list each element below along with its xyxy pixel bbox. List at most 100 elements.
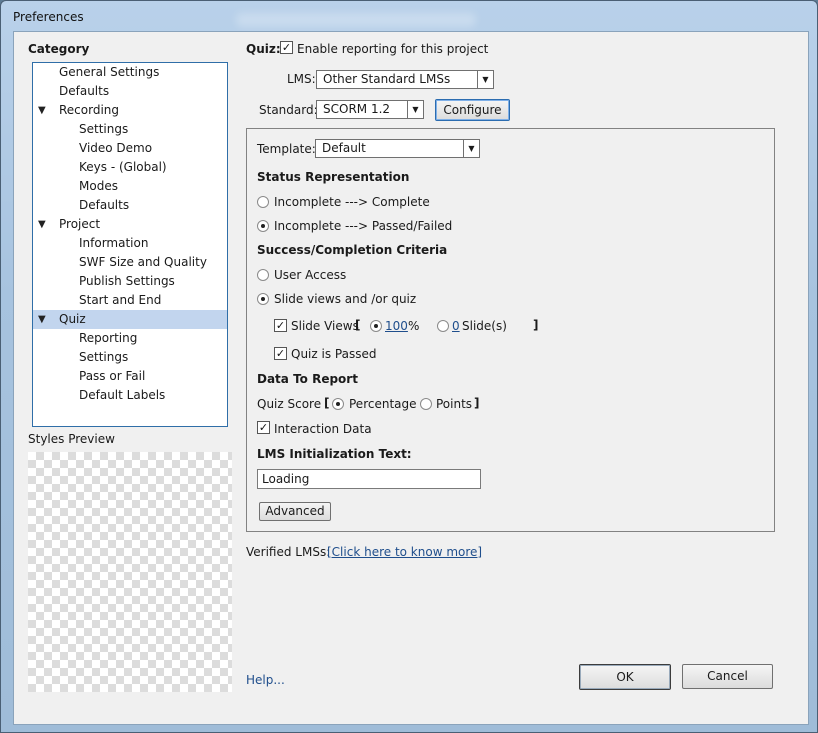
tree-item-start-and-end[interactable]: Start and End [33, 291, 227, 310]
tree-item-information[interactable]: Information [33, 234, 227, 253]
data-to-report-heading: Data To Report [257, 372, 358, 386]
styles-preview-area [28, 452, 232, 692]
styles-preview-label: Styles Preview [28, 432, 115, 446]
slide-views-percent-unit: % [408, 319, 420, 333]
status-complete-label: Incomplete ---> Complete [274, 195, 430, 209]
status-representation-heading: Status Representation [257, 170, 410, 184]
cancel-button-label: Cancel [707, 669, 748, 683]
slide-views-count-radio[interactable] [437, 320, 449, 332]
enable-reporting-checkbox[interactable]: ✓ [280, 41, 293, 54]
lms-label: LMS: [287, 72, 316, 86]
quiz-passed-checkbox[interactable]: ✓ [274, 347, 287, 360]
tree-item-keys-global[interactable]: Keys - (Global) [33, 158, 227, 177]
tree-item-publish-settings[interactable]: Publish Settings [33, 272, 227, 291]
expand-arrow-icon[interactable]: ▼ [38, 101, 46, 120]
tree-item-label: Settings [79, 350, 129, 364]
tree-item-label: Start and End [79, 293, 162, 307]
quiz-label: Quiz: [246, 42, 281, 56]
tree-item-label: Pass or Fail [79, 369, 146, 383]
template-select-value: Default [322, 141, 366, 155]
standard-select-value: SCORM 1.2 [323, 102, 391, 116]
quiz-score-points-label: Points [436, 397, 473, 411]
tree-item-reporting[interactable]: Reporting [33, 329, 227, 348]
user-access-label: User Access [274, 268, 347, 282]
tree-item-label: General Settings [59, 65, 160, 79]
tree-item-label: Project [59, 217, 101, 231]
tree-item-quiz-settings[interactable]: Settings [33, 348, 227, 367]
expand-arrow-icon[interactable]: ▼ [38, 310, 46, 329]
configure-button-label: Configure [443, 103, 502, 117]
tree-item-pass-or-fail[interactable]: Pass or Fail [33, 367, 227, 386]
slide-views-count-unit: Slide(s) [462, 319, 507, 333]
verified-lms-label: Verified LMSs: [246, 545, 331, 559]
tree-item-quiz[interactable]: ▼ Quiz [33, 310, 227, 329]
cancel-button[interactable]: Cancel [682, 664, 773, 689]
lms-init-text-input[interactable]: Loading [257, 469, 481, 489]
tree-item-label: Recording [59, 103, 120, 117]
tree-item-general-settings[interactable]: General Settings [33, 63, 227, 82]
tree-item-recording-defaults[interactable]: Defaults [33, 196, 227, 215]
slide-views-percent-radio[interactable] [370, 320, 382, 332]
tree-item-label: Modes [79, 179, 118, 193]
quiz-score-percentage-radio[interactable] [332, 398, 344, 410]
reporting-panel: Template: Default ▼ Status Representatio… [246, 128, 775, 532]
tree-item-label: Quiz [59, 312, 86, 326]
tree-item-label: SWF Size and Quality [79, 255, 207, 269]
window-title: Preferences [13, 10, 84, 24]
standard-label: Standard: [259, 103, 318, 117]
tree-item-recording-settings[interactable]: Settings [33, 120, 227, 139]
ok-button-label: OK [616, 670, 634, 684]
tree-item-label: Defaults [59, 84, 110, 98]
tree-item-defaults[interactable]: Defaults [33, 82, 227, 101]
lms-init-heading: LMS Initialization Text: [257, 447, 412, 461]
quiz-passed-label: Quiz is Passed [291, 347, 377, 361]
tree-item-default-labels[interactable]: Default Labels [33, 386, 227, 405]
slide-views-label: Slide Views [291, 319, 359, 333]
interaction-data-checkbox[interactable]: ✓ [257, 421, 270, 434]
user-access-radio[interactable] [257, 269, 269, 281]
verified-lms-link[interactable]: [Click here to know more] [327, 545, 482, 559]
quiz-score-bracket-close: ] [474, 396, 480, 410]
slide-views-count-value[interactable]: 0 [452, 319, 460, 333]
quiz-score-points-radio[interactable] [420, 398, 432, 410]
category-tree[interactable]: General Settings Defaults ▼ Recording Se… [32, 62, 228, 427]
quiz-score-bracket-open: [ [324, 396, 330, 410]
tree-item-video-demo[interactable]: Video Demo [33, 139, 227, 158]
tree-item-recording[interactable]: ▼ Recording [33, 101, 227, 120]
advanced-button-label: Advanced [265, 504, 325, 518]
title-bar[interactable]: Preferences [1, 1, 817, 31]
status-passed-failed-label: Incomplete ---> Passed/Failed [274, 219, 453, 233]
dropdown-arrow-icon: ▼ [463, 140, 479, 157]
standard-select[interactable]: SCORM 1.2 ▼ [316, 100, 424, 119]
tree-item-modes[interactable]: Modes [33, 177, 227, 196]
ok-button[interactable]: OK [579, 664, 671, 690]
lms-init-text-value: Loading [262, 472, 310, 486]
status-passed-failed-radio[interactable] [257, 220, 269, 232]
template-label: Template: [257, 142, 316, 156]
tree-item-label: Keys - (Global) [79, 160, 167, 174]
tree-item-label: Default Labels [79, 388, 166, 402]
quiz-score-label: Quiz Score [257, 397, 322, 411]
slide-views-checkbox[interactable]: ✓ [274, 319, 287, 332]
category-heading: Category [28, 42, 90, 56]
interaction-data-label: Interaction Data [274, 422, 372, 436]
status-complete-radio[interactable] [257, 196, 269, 208]
tree-item-label: Settings [79, 122, 129, 136]
template-select[interactable]: Default ▼ [315, 139, 480, 158]
slide-views-percent-value[interactable]: 100 [385, 319, 408, 333]
dialog-client-area: Category General Settings Defaults ▼ Rec… [13, 31, 809, 725]
lms-select[interactable]: Other Standard LMSs ▼ [316, 70, 494, 89]
tree-item-swf-size-quality[interactable]: SWF Size and Quality [33, 253, 227, 272]
help-link[interactable]: Help... [246, 673, 285, 687]
slide-views-quiz-radio[interactable] [257, 293, 269, 305]
advanced-button[interactable]: Advanced [259, 502, 331, 521]
tree-item-label: Defaults [79, 198, 130, 212]
preferences-window: Preferences Category General Settings De… [0, 0, 818, 733]
tree-item-label: Publish Settings [79, 274, 175, 288]
dropdown-arrow-icon: ▼ [477, 71, 493, 88]
configure-button[interactable]: Configure [435, 99, 510, 121]
tree-item-label: Reporting [79, 331, 138, 345]
dropdown-arrow-icon: ▼ [407, 101, 423, 118]
expand-arrow-icon[interactable]: ▼ [38, 215, 46, 234]
tree-item-project[interactable]: ▼ Project [33, 215, 227, 234]
